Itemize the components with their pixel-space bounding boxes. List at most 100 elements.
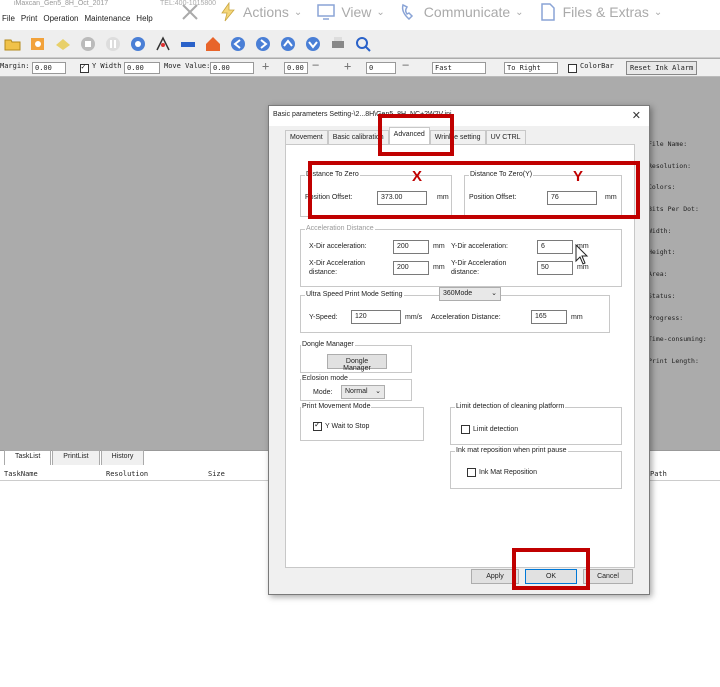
col-path[interactable]: Path — [650, 470, 667, 478]
ribbon-communicate[interactable]: Communicate ⌄ — [399, 2, 524, 22]
col-taskname[interactable]: TaskName — [4, 470, 38, 478]
speed-select[interactable]: Fast — [432, 62, 486, 74]
ink-mat-group: Ink mat reposition when print pause Ink … — [450, 447, 622, 489]
print-movement-mode-group: Print Movement Mode Y Wait to Stop — [300, 403, 424, 441]
direction-select[interactable]: To Right — [504, 62, 558, 74]
group-title: Ink mat reposition when print pause — [455, 447, 568, 454]
colorbar-checkbox[interactable] — [568, 64, 577, 73]
ok-button-highlight — [512, 548, 590, 590]
dongle-manager-button[interactable]: Dongle Manager — [327, 354, 387, 372]
info-panel: File Name: Resolution: Colors: Bits Per … — [648, 140, 720, 379]
move-value-input[interactable]: 0.00 — [210, 62, 254, 74]
y-wait-to-stop-label: Y Wait to Stop — [325, 423, 370, 430]
x-acceleration-label: X-Dir acceleration: — [309, 243, 367, 250]
unit-label: mm/s — [405, 314, 423, 321]
arrow-down-icon[interactable] — [302, 33, 324, 55]
minus-icon[interactable]: − — [402, 58, 409, 72]
home-icon[interactable] — [202, 33, 224, 55]
move-value-label: Move Value: — [164, 62, 211, 70]
tab-movement[interactable]: Movement — [285, 130, 328, 144]
limit-detection-checkbox[interactable] — [461, 425, 470, 434]
ywidth-checkbox[interactable] — [80, 62, 89, 73]
y-acceleration-label: Y-Dir acceleration: — [451, 243, 508, 250]
group-title: Limit detection of cleaning platform — [455, 403, 566, 410]
eclosion-mode-group: Eclosion mode Mode: Normal ⌄ — [300, 375, 412, 401]
pause-icon[interactable] — [102, 33, 124, 55]
ywidth-input[interactable]: 0.00 — [124, 62, 160, 74]
info-area: Area: — [648, 270, 668, 279]
tab-printlist[interactable]: PrintList — [52, 450, 100, 465]
chevron-down-icon: ⌄ — [491, 290, 497, 297]
ultra-acceleration-distance-input[interactable]: 165 — [531, 310, 567, 324]
info-width: Width: — [648, 226, 672, 235]
tab-uv-ctrl[interactable]: UV CTRL — [485, 130, 526, 144]
group-title: Dongle Manager — [301, 341, 355, 348]
nozzle-icon[interactable] — [152, 33, 174, 55]
col-resolution[interactable]: Resolution — [106, 470, 148, 478]
x-annotation-label: X — [412, 168, 423, 185]
tab-history[interactable]: History — [100, 450, 145, 465]
zoom-icon[interactable] — [352, 33, 374, 55]
close-icon[interactable]: ✕ — [632, 109, 641, 122]
minus-icon[interactable]: − — [312, 58, 319, 72]
margin-input[interactable]: 0.00 — [32, 62, 66, 74]
menu-operation[interactable]: Operation — [43, 14, 78, 23]
step2-input[interactable]: 0 — [366, 62, 396, 74]
x-acceleration-input[interactable]: 200 — [393, 240, 429, 254]
step1-input[interactable]: 0.00 — [284, 62, 308, 74]
x-acceleration-distance-input[interactable]: 200 — [393, 261, 429, 275]
ribbon-files-label: Files & Extras — [562, 4, 649, 20]
ultra-mode-value: 360Mode — [443, 290, 473, 297]
colorbar-label: ColorBar — [580, 62, 614, 70]
close-x-icon[interactable] — [180, 2, 200, 22]
group-title: Ultra Speed Print Mode Setting — [305, 291, 404, 298]
stop-icon[interactable] — [77, 33, 99, 55]
y-acceleration-input[interactable]: 6 — [537, 240, 573, 254]
reset-ink-alarm-button[interactable]: Reset Ink Alarm — [626, 61, 698, 75]
ribbon-actions[interactable]: Actions ⌄ — [218, 2, 302, 22]
info-status: Status: — [648, 291, 676, 300]
ribbon-view-label: View — [341, 4, 372, 20]
arrow-up-icon[interactable] — [277, 33, 299, 55]
target-icon[interactable] — [127, 33, 149, 55]
tab-tasklist[interactable]: TaskList — [4, 450, 52, 465]
unit-label: mm — [571, 314, 583, 321]
ultra-mode-select[interactable]: 360Mode ⌄ — [439, 287, 501, 301]
plus-icon[interactable]: + — [344, 59, 351, 73]
chevron-down-icon: ⌄ — [375, 388, 381, 395]
ribbon-view[interactable]: View ⌄ — [316, 2, 385, 22]
import-icon[interactable] — [27, 33, 49, 55]
layer-icon[interactable] — [52, 33, 74, 55]
acceleration-distance-label: Acceleration Distance: — [431, 314, 501, 321]
info-print-length: Print Length: — [648, 356, 699, 365]
info-time: Time-consuming: — [648, 335, 707, 344]
group-title: Acceleration Distance — [305, 225, 375, 232]
print-icon[interactable] — [327, 33, 349, 55]
menu-print[interactable]: Print — [21, 14, 37, 23]
info-file-name: File Name: — [648, 140, 688, 148]
menu-file[interactable]: File — [2, 14, 15, 23]
menu-help[interactable]: Help — [136, 14, 152, 23]
info-height: Height: — [648, 248, 676, 257]
arrow-left-icon[interactable] — [227, 33, 249, 55]
open-folder-icon[interactable] — [2, 33, 24, 55]
mode-label: Mode: — [313, 389, 333, 396]
task-tabs: TaskList PrintList History — [4, 450, 145, 465]
eclosion-mode-select[interactable]: Normal ⌄ — [341, 385, 385, 399]
mouse-cursor-icon — [575, 244, 589, 265]
ribbon-files[interactable]: Files & Extras ⌄ — [538, 2, 662, 22]
info-bits-per-dot: Bits Per Dot: — [648, 205, 699, 214]
carriage-icon[interactable] — [177, 33, 199, 55]
plus-icon[interactable]: + — [262, 59, 269, 73]
menu-maintenance[interactable]: Maintenance — [84, 14, 130, 23]
y-speed-input[interactable]: 120 — [351, 310, 401, 324]
y-acceleration-distance-input[interactable]: 50 — [537, 261, 573, 275]
ultra-speed-group: Ultra Speed Print Mode Setting 360Mode ⌄ … — [300, 287, 610, 333]
ink-mat-reposition-checkbox[interactable] — [467, 468, 476, 477]
col-size[interactable]: Size — [208, 470, 225, 478]
unit-label: mm — [433, 243, 445, 250]
cancel-button[interactable]: Cancel — [583, 569, 633, 584]
file-icon — [540, 3, 555, 21]
arrow-right-icon[interactable] — [252, 33, 274, 55]
y-wait-to-stop-checkbox[interactable] — [313, 420, 322, 431]
